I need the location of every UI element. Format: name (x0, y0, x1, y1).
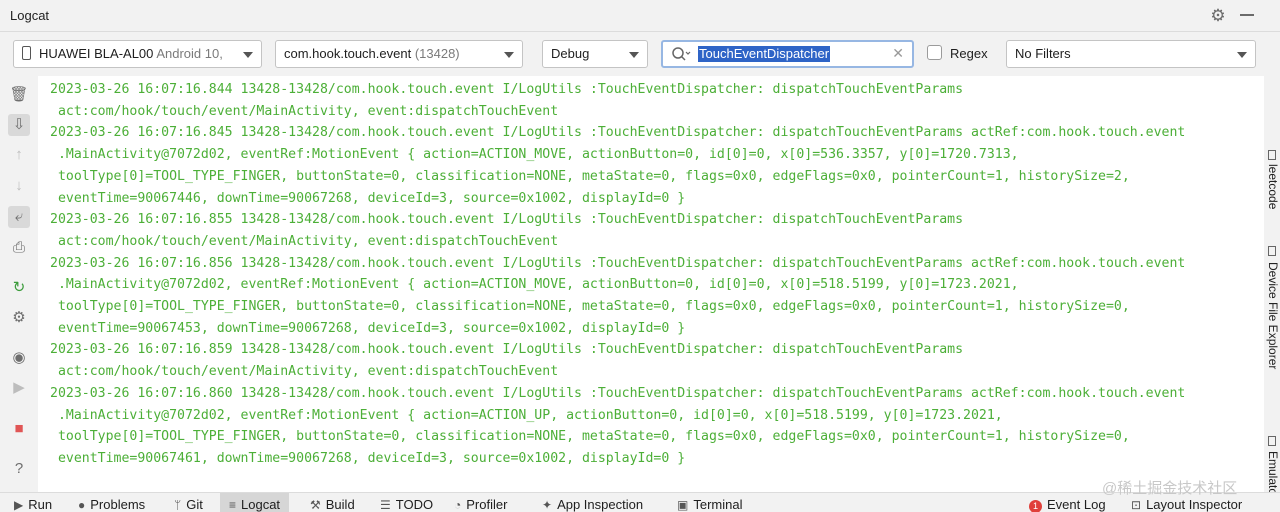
event-log-badge: 1 (1029, 500, 1042, 512)
tab-leetcode[interactable]: leetcode (1264, 164, 1280, 209)
tab-git[interactable]: ᛘ Git (174, 493, 203, 512)
tab-build[interactable]: ⚒ Build (310, 493, 355, 512)
folder-icon (1268, 246, 1276, 256)
log-line: 2023-03-26 16:07:16.859 13428-13428/com.… (50, 342, 964, 358)
play-icon: ▶ (14, 498, 24, 512)
log-line: .MainActivity@7072d02, eventRef:MotionEv… (50, 407, 1003, 423)
log-line: .MainActivity@7072d02, eventRef:MotionEv… (50, 277, 1019, 293)
log-line: act:com/hook/touch/event/MainActivity, e… (50, 364, 559, 380)
logcat-toolbar: HUAWEI BLA-AL00 Android 10, com.hook.tou… (0, 32, 1280, 76)
tab-todo[interactable]: ☰ TODO (380, 493, 433, 512)
tab-event-log-label: Event Log (1047, 497, 1106, 512)
tab-terminal[interactable]: ▣ Terminal (677, 493, 742, 512)
scroll-to-end-icon[interactable]: ⇩ (8, 114, 30, 136)
emulator-icon (1268, 436, 1276, 446)
tab-logcat-label: Logcat (241, 497, 281, 512)
log-level-value: Debug (551, 46, 590, 61)
process-pid: (13428) (414, 46, 460, 61)
up-arrow-icon[interactable]: ↑ (8, 144, 30, 166)
right-tool-strip: leetcode Device File Explorer Emulator (1264, 76, 1280, 499)
log-line: 2023-03-26 16:07:16.860 13428-13428/com.… (50, 385, 1186, 401)
print-icon[interactable]: ⎙ (8, 237, 30, 259)
gear-icon[interactable]: ⚙ (1208, 6, 1228, 26)
settings-icon[interactable]: ⚙ (8, 307, 30, 329)
left-toolbar: 🗑 ⇩ ↑ ↓ ⤶ ⎙ ↻ ⚙ ◉ ▶ ■ ? (0, 76, 38, 492)
tab-run-label: Run (28, 497, 53, 512)
tab-problems-label: Problems (90, 497, 146, 512)
chevron-down-icon (629, 52, 639, 58)
screen-record-icon[interactable]: ▶ (8, 377, 30, 399)
log-line: 2023-03-26 16:07:16.856 13428-13428/com.… (50, 255, 1186, 271)
tab-build-label: Build (325, 497, 355, 512)
log-line: eventTime=90067461, downTime=90067268, d… (50, 450, 686, 466)
search-input[interactable]: TouchEventDispatcher ✕ (661, 40, 914, 68)
trash-icon[interactable]: 🗑 (8, 84, 30, 106)
logcat-icon: ≡ (229, 498, 237, 512)
tool-window-title: Logcat (10, 8, 50, 23)
log-line: .MainActivity@7072d02, eventRef:MotionEv… (50, 147, 1019, 163)
bottom-tool-bar: ▶ Run ● Problems ᛘ Git ≡ Logcat ⚒ Build ☰ TODO… (0, 492, 1280, 512)
search-icon (672, 47, 691, 61)
log-line: toolType[0]=TOOL_TYPE_FINGER, buttonStat… (50, 168, 1130, 184)
list-icon: ☰ (380, 498, 391, 512)
tab-layout-inspector-label: Layout Inspector (1146, 497, 1243, 512)
tab-run[interactable]: ▶ Run (14, 493, 52, 512)
device-dropdown[interactable]: HUAWEI BLA-AL00 Android 10, (13, 40, 262, 68)
chevron-down-icon (504, 52, 514, 58)
log-line: 2023-03-26 16:07:16.845 13428-13428/com.… (50, 125, 1186, 141)
device-os: Android 10, (156, 46, 223, 61)
log-line: eventTime=90067446, downTime=90067268, d… (50, 190, 686, 206)
terminal-icon: ▣ (677, 498, 689, 512)
process-name: com.hook.touch.event (284, 46, 412, 61)
help-icon[interactable]: ? (8, 458, 30, 480)
log-line: 2023-03-26 16:07:16.855 13428-13428/com.… (50, 212, 964, 228)
tab-profiler[interactable]: ◔ Profiler (454, 493, 507, 512)
tab-terminal-label: Terminal (693, 497, 743, 512)
chevron-down-icon (1237, 52, 1247, 58)
log-line: act:com/hook/touch/event/MainActivity, e… (50, 233, 559, 249)
gauge-icon: ◔ (454, 498, 462, 512)
search-value: TouchEventDispatcher (698, 46, 831, 62)
hammer-icon: ⚒ (310, 498, 321, 512)
tab-event-log[interactable]: 1 Event Log (1029, 493, 1106, 512)
chevron-down-icon (243, 52, 253, 58)
leetcode-icon (1268, 150, 1276, 160)
phone-icon (22, 46, 31, 60)
log-line: act:com/hook/touch/event/MainActivity, e… (50, 103, 559, 119)
stop-icon[interactable]: ■ (8, 418, 30, 440)
log-line: toolType[0]=TOOL_TYPE_FINGER, buttonStat… (50, 299, 1130, 314)
inspection-icon: ✦ (542, 498, 553, 512)
filter-dropdown[interactable]: No Filters (1006, 40, 1256, 68)
tool-window-header: Logcat ⚙ (0, 0, 1280, 32)
restart-icon[interactable]: ↻ (8, 277, 30, 299)
tab-todo-label: TODO (395, 497, 434, 512)
tab-git-label: Git (186, 497, 203, 512)
clear-icon[interactable]: ✕ (892, 45, 904, 62)
tab-profiler-label: Profiler (466, 497, 508, 512)
log-line: eventTime=90067453, downTime=90067268, d… (50, 320, 686, 336)
tab-logcat[interactable]: ≡ Logcat (220, 493, 290, 512)
log-level-dropdown[interactable]: Debug (542, 40, 648, 68)
problems-icon: ● (78, 498, 86, 512)
tab-device-file-explorer[interactable]: Device File Explorer (1264, 262, 1280, 369)
log-output[interactable]: 2023-03-26 16:07:16.844 13428-13428/com.… (38, 76, 1264, 492)
tab-app-inspection-label: App Inspection (557, 497, 644, 512)
log-line: 2023-03-26 16:07:16.844 13428-13428/com.… (50, 82, 964, 97)
log-line: toolType[0]=TOOL_TYPE_FINGER, buttonStat… (50, 429, 1130, 445)
down-arrow-icon[interactable]: ↓ (8, 175, 30, 197)
watermark: @稀土掘金技术社区 (1102, 480, 1238, 497)
regex-label: Regex (950, 46, 988, 61)
soft-wrap-icon[interactable]: ⤶ (8, 206, 30, 228)
minimize-icon[interactable] (1240, 14, 1254, 16)
tab-problems[interactable]: ● Problems (78, 493, 145, 512)
device-name: HUAWEI BLA-AL00 (39, 46, 154, 61)
tab-app-inspection[interactable]: ✦ App Inspection (542, 493, 643, 512)
screenshot-icon[interactable]: ◉ (8, 347, 30, 369)
branch-icon: ᛘ (174, 498, 182, 512)
process-dropdown[interactable]: com.hook.touch.event (13428) (275, 40, 523, 68)
regex-checkbox[interactable] (927, 45, 942, 60)
filter-value: No Filters (1015, 46, 1071, 61)
